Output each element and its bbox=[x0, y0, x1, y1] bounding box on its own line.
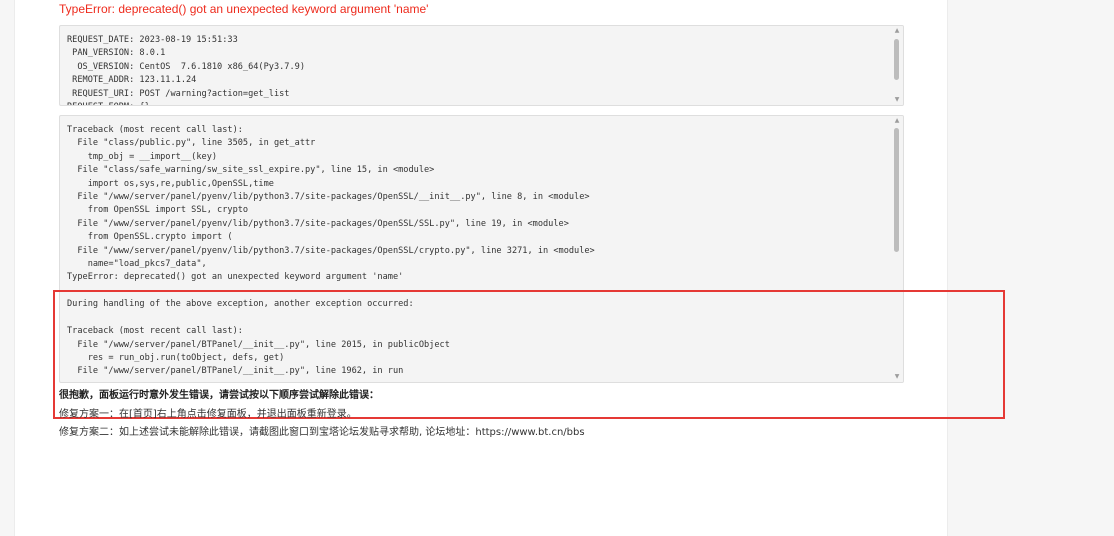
traceback-line: ... bbox=[67, 380, 104, 382]
request-info-line: REMOTE_ADDR: 123.11.1.24 bbox=[67, 75, 197, 86]
request-info-line: OS_VERSION: CentOS 7.6.1810 x86_64(Py3.7… bbox=[67, 61, 305, 72]
traceback-line: Traceback (most recent call last): bbox=[67, 326, 243, 337]
request-info-line: REQUEST_DATE: 2023-08-19 15:51:33 bbox=[67, 35, 238, 45]
traceback-line: File "class/public.py", line 3505, in ge… bbox=[67, 138, 316, 149]
traceback-line: File "/www/server/panel/pyenv/lib/python… bbox=[67, 245, 595, 256]
request-info-box[interactable]: REQUEST_DATE: 2023-08-19 15:51:33 PAN_VE… bbox=[59, 25, 904, 106]
apology-text: 很抱歉，面板运行时意外发生错误，请尝试按以下顺序尝试解除此错误： bbox=[59, 390, 379, 401]
traceback-text[interactable]: Traceback (most recent call last): File … bbox=[60, 116, 903, 382]
request-info-scrollbar[interactable]: ▲ ▼ bbox=[891, 26, 903, 105]
fix-option-1: 修复方案一：在[首页]右上角点击修复面板，并退出面板重新登录。 bbox=[59, 409, 357, 420]
traceback-line: File "/www/server/panel/pyenv/lib/python… bbox=[67, 192, 590, 203]
scroll-up-icon[interactable]: ▲ bbox=[891, 116, 903, 126]
traceback-line: from OpenSSL import SSL, crypto bbox=[67, 205, 249, 216]
traceback-line: TypeError: deprecated() got an unexpecte… bbox=[67, 272, 404, 283]
request-info-text[interactable]: REQUEST_DATE: 2023-08-19 15:51:33 PAN_VE… bbox=[60, 26, 903, 105]
traceback-scrollbar[interactable]: ▲ ▼ bbox=[891, 116, 903, 382]
traceback-line: res = run_obj.run(toObject, defs, get) bbox=[67, 352, 285, 363]
scroll-down-icon[interactable]: ▼ bbox=[891, 95, 903, 105]
scroll-thumb[interactable] bbox=[894, 39, 899, 80]
scroll-thumb[interactable] bbox=[894, 128, 899, 252]
request-info-line: REQUEST_FORM: {} bbox=[67, 102, 150, 105]
traceback-line: File "/www/server/panel/pyenv/lib/python… bbox=[67, 218, 569, 229]
request-info-line: PAN_VERSION: 8.0.1 bbox=[67, 48, 166, 59]
scroll-up-icon[interactable]: ▲ bbox=[891, 26, 903, 36]
request-info-line: REQUEST_URI: POST /warning?action=get_li… bbox=[67, 88, 290, 99]
error-title: TypeError: deprecated() got an unexpecte… bbox=[59, 2, 429, 16]
traceback-line: import os,sys,re,public,OpenSSL,time bbox=[67, 178, 274, 189]
traceback-line: File "/www/server/panel/BTPanel/__init__… bbox=[67, 339, 450, 350]
traceback-line: tmp_obj = __import__(key) bbox=[67, 151, 218, 162]
fix-option-2: 修复方案二：如上述尝试未能解除此错误，请截图此窗口到宝塔论坛发贴寻求帮助, 论坛… bbox=[59, 427, 585, 438]
traceback-line: File "class/safe_warning/sw_site_ssl_exp… bbox=[67, 165, 435, 176]
traceback-line: from OpenSSL.crypto import ( bbox=[67, 232, 233, 243]
scroll-down-icon[interactable]: ▼ bbox=[891, 372, 903, 382]
traceback-line: File "/www/server/panel/BTPanel/__init__… bbox=[67, 366, 404, 377]
traceback-line: name="load_pkcs7_data", bbox=[67, 259, 207, 270]
traceback-line: During handling of the above exception, … bbox=[67, 299, 414, 310]
traceback-box[interactable]: Traceback (most recent call last): File … bbox=[59, 115, 904, 383]
traceback-line: Traceback (most recent call last): bbox=[67, 125, 243, 135]
